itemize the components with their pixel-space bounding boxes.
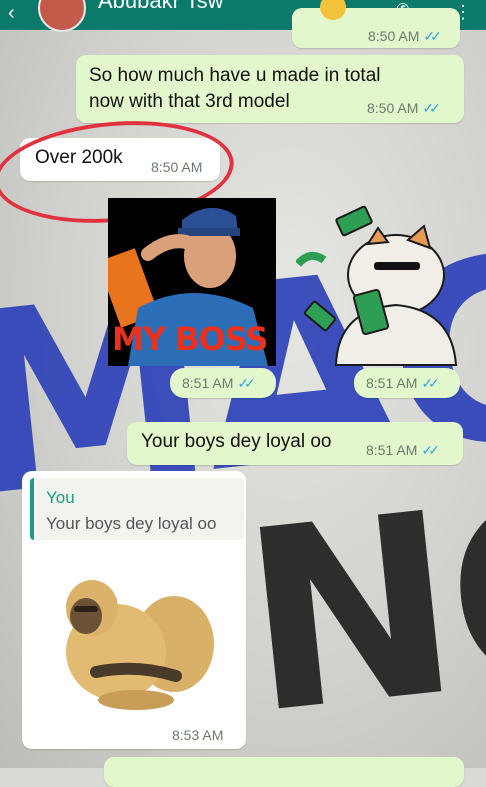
read-ticks-icon: ✓✓ [423, 28, 442, 44]
message-text-line-2: now with that 3rd model [89, 91, 290, 112]
quoted-text: Your boys dey loyal oo [46, 514, 217, 533]
back-arrow-icon[interactable]: ‹ [8, 2, 15, 25]
message-outgoing[interactable]: So how much have u made in total now wit… [76, 55, 464, 123]
message-text: Your boys dey loyal oo [141, 431, 332, 452]
sticker-time-pill: 8:51 AM ✓✓ [170, 368, 276, 398]
message-time: 8:53 AM [172, 727, 224, 743]
avatar[interactable] [38, 0, 86, 32]
message-text-line-1: So how much have u made in total [89, 65, 381, 86]
quoted-author: You [46, 488, 75, 507]
message-time: 8:51 AM ✓✓ [366, 375, 440, 391]
my-boss-sticker[interactable]: MY BOSS [108, 198, 276, 366]
money-cat-sticker[interactable] [294, 200, 466, 370]
read-ticks-icon: ✓✓ [422, 100, 441, 116]
message-outgoing-partial[interactable] [104, 757, 464, 787]
cat-with-money-image [294, 205, 458, 366]
read-ticks-icon: ✓✓ [237, 375, 256, 391]
emoji-icon [320, 0, 346, 20]
monkey-image [66, 580, 214, 710]
read-ticks-icon: ✓✓ [421, 375, 440, 391]
message-outgoing-partial[interactable]: 8:50 AM ✓✓ [292, 0, 460, 48]
read-ticks-icon: ✓✓ [421, 442, 440, 458]
message-outgoing[interactable]: Your boys dey loyal oo 8:51 AM ✓✓ [127, 422, 463, 465]
message-time: 8:50 AM ✓✓ [368, 28, 442, 44]
monkey-sticker[interactable] [46, 552, 216, 712]
sticker-caption: MY BOSS [112, 320, 268, 358]
message-time: 8:51 AM ✓✓ [366, 442, 440, 458]
message-time: 8:50 AM ✓✓ [367, 100, 441, 116]
contact-name[interactable]: Abubakr Tsw [98, 0, 224, 14]
sticker-time-pill: 8:51 AM ✓✓ [354, 368, 460, 398]
message-time: 8:51 AM ✓✓ [182, 375, 256, 391]
reply-quote[interactable]: You Your boys dey loyal oo [30, 478, 244, 540]
